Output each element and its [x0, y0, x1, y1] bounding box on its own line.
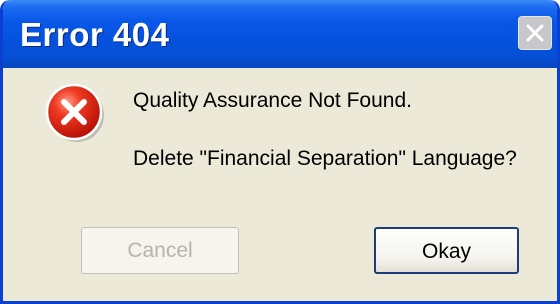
window-title: Error 404 — [20, 16, 170, 53]
error-icon — [45, 83, 104, 142]
close-button[interactable] — [518, 16, 552, 50]
close-icon — [526, 24, 544, 42]
cancel-button[interactable]: Cancel — [81, 227, 239, 274]
title-bar[interactable]: Error 404 — [3, 0, 557, 68]
error-dialog: Error 404 Quality Assurance Not Found. D… — [0, 0, 560, 304]
message-line-1: Quality Assurance Not Found. — [133, 89, 412, 112]
okay-button[interactable]: Okay — [374, 227, 519, 274]
message-line-2: Delete "Financial Separation" Language? — [133, 147, 517, 170]
